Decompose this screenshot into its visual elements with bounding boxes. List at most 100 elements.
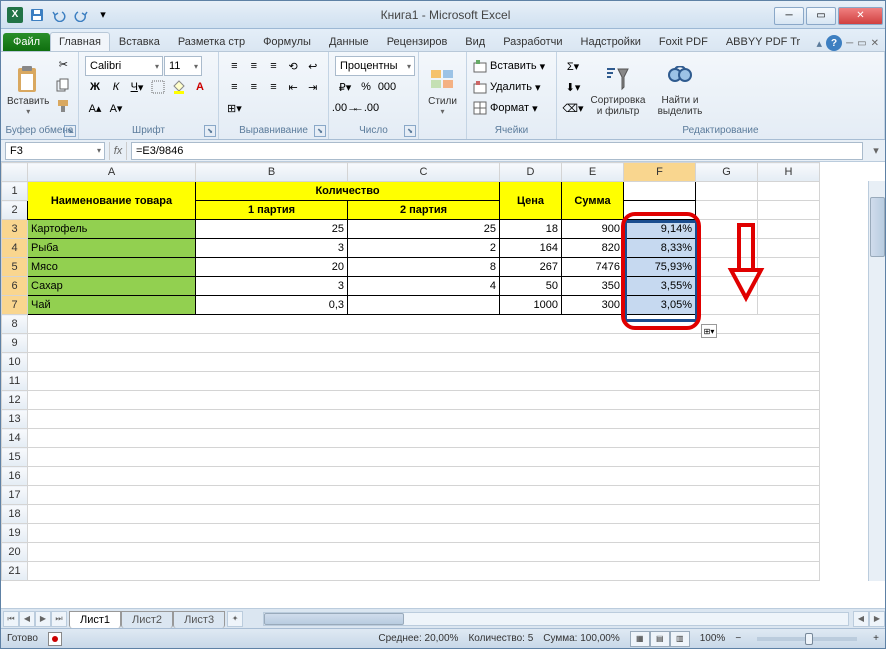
row-header[interactable]: 2 (2, 201, 28, 220)
tab-abbyy[interactable]: ABBYY PDF Tr (717, 32, 809, 51)
align-launcher[interactable]: ⬊ (314, 125, 326, 137)
cell[interactable] (696, 201, 758, 220)
row-header[interactable]: 12 (2, 391, 28, 410)
cell[interactable]: 2 партия (348, 201, 500, 220)
cell[interactable] (758, 201, 820, 220)
view-layout-icon[interactable]: ▤ (650, 631, 670, 647)
file-tab[interactable]: Файл (3, 33, 50, 51)
mdi-restore-icon[interactable]: ▭ (857, 38, 866, 49)
cell[interactable]: 75,93% (624, 258, 696, 277)
tab-insert[interactable]: Вставка (110, 32, 169, 51)
row-header[interactable]: 5 (2, 258, 28, 277)
row-header[interactable]: 21 (2, 562, 28, 581)
close-button[interactable]: ✕ (838, 7, 883, 25)
format-painter-icon[interactable] (53, 96, 73, 116)
row-header[interactable]: 19 (2, 524, 28, 543)
cell[interactable]: Наименование товара (28, 182, 196, 220)
tab-home[interactable]: Главная (50, 32, 110, 51)
tab-addins[interactable]: Надстройки (572, 32, 650, 51)
clipboard-launcher[interactable]: ⬊ (64, 125, 76, 137)
row-header[interactable]: 20 (2, 543, 28, 562)
cell[interactable]: 8 (348, 258, 500, 277)
worksheet-grid[interactable]: A B C D E F G H 1 Наименование товара Ко… (1, 162, 885, 581)
find-select-button[interactable]: Найти и выделить (651, 54, 709, 125)
cell[interactable]: 267 (500, 258, 562, 277)
cell[interactable]: 0,3 (196, 296, 348, 315)
cell[interactable]: 3 (196, 277, 348, 296)
cell[interactable] (696, 182, 758, 201)
sheet-nav-first-icon[interactable]: ⏮ (3, 611, 19, 627)
row-header[interactable]: 10 (2, 353, 28, 372)
sheet-nav-last-icon[interactable]: ⏭ (51, 611, 67, 627)
merge-icon[interactable]: ⊞▾ (225, 98, 244, 118)
col-header-G[interactable]: G (696, 163, 758, 182)
styles-button[interactable]: Стили ▾ (423, 54, 462, 125)
save-icon[interactable] (27, 5, 47, 25)
zoom-slider[interactable] (757, 637, 857, 641)
tab-formulas[interactable]: Формулы (254, 32, 320, 51)
cut-icon[interactable]: ✂ (53, 54, 73, 74)
hscroll-right-icon[interactable]: ▶ (869, 611, 885, 627)
format-cells-button[interactable]: Формат▾ (473, 98, 550, 118)
col-header-C[interactable]: C (348, 163, 500, 182)
wrap-text-icon[interactable]: ↩ (303, 56, 322, 76)
grow-font-icon[interactable]: А▴ (85, 98, 105, 118)
view-normal-icon[interactable]: ▦ (630, 631, 650, 647)
tab-view[interactable]: Вид (456, 32, 494, 51)
row-header[interactable]: 18 (2, 505, 28, 524)
comma-icon[interactable]: 000 (377, 77, 397, 97)
cell[interactable]: Количество (196, 182, 500, 201)
number-launcher[interactable]: ⬊ (404, 125, 416, 137)
row-header[interactable]: 1 (2, 182, 28, 201)
col-header-E[interactable]: E (562, 163, 624, 182)
maximize-button[interactable]: ▭ (806, 7, 836, 25)
align-middle-icon[interactable]: ≡ (245, 56, 264, 76)
tab-review[interactable]: Рецензиров (378, 32, 457, 51)
row-header[interactable]: 3 (2, 220, 28, 239)
autofill-options-icon[interactable]: ⊞▾ (701, 324, 717, 338)
minimize-button[interactable]: ─ (774, 7, 804, 25)
cell[interactable]: Сумма (562, 182, 624, 220)
macro-record-icon[interactable] (48, 632, 62, 646)
col-header-F[interactable]: F (624, 163, 696, 182)
cell[interactable] (624, 182, 696, 201)
indent-dec-icon[interactable]: ⇤ (284, 77, 303, 97)
cell[interactable]: Рыба (28, 239, 196, 258)
cell[interactable]: 900 (562, 220, 624, 239)
currency-icon[interactable]: ₽▾ (335, 77, 355, 97)
cell[interactable]: 2 (348, 239, 500, 258)
border-icon[interactable] (148, 77, 168, 97)
cell[interactable]: 7476 (562, 258, 624, 277)
mdi-close-icon[interactable]: ✕ (871, 38, 879, 49)
zoom-level[interactable]: 100% (700, 633, 726, 644)
row-header[interactable]: 16 (2, 467, 28, 486)
scrollbar-thumb[interactable] (264, 613, 404, 625)
zoom-in-icon[interactable]: + (873, 633, 879, 644)
delete-cells-button[interactable]: Удалить▾ (473, 77, 550, 97)
orientation-icon[interactable]: ⟲ (284, 56, 303, 76)
cell[interactable]: 350 (562, 277, 624, 296)
cell[interactable] (758, 182, 820, 201)
fill-color-icon[interactable] (169, 77, 189, 97)
cell[interactable]: 3,55% (624, 277, 696, 296)
col-header-D[interactable]: D (500, 163, 562, 182)
cell[interactable]: 3,05% (624, 296, 696, 315)
qat-more-icon[interactable]: ▾ (93, 5, 113, 25)
horizontal-scrollbar[interactable] (263, 612, 849, 626)
number-format-combo[interactable]: Процентны (335, 56, 415, 76)
row-header[interactable]: 17 (2, 486, 28, 505)
app-icon[interactable]: X (5, 5, 25, 25)
cell[interactable]: 4 (348, 277, 500, 296)
name-box[interactable]: F3 (5, 142, 105, 160)
font-name-combo[interactable]: Calibri (85, 56, 163, 76)
align-center-icon[interactable]: ≡ (245, 77, 264, 97)
cell[interactable]: 9,14% (624, 220, 696, 239)
new-sheet-icon[interactable]: ✦ (227, 611, 243, 627)
copy-icon[interactable] (53, 75, 73, 95)
font-color-icon[interactable]: А (190, 77, 210, 97)
cell[interactable]: 50 (500, 277, 562, 296)
font-size-combo[interactable]: 11 (164, 56, 202, 76)
cell[interactable] (624, 201, 696, 220)
row-header[interactable]: 4 (2, 239, 28, 258)
align-right-icon[interactable]: ≡ (264, 77, 283, 97)
